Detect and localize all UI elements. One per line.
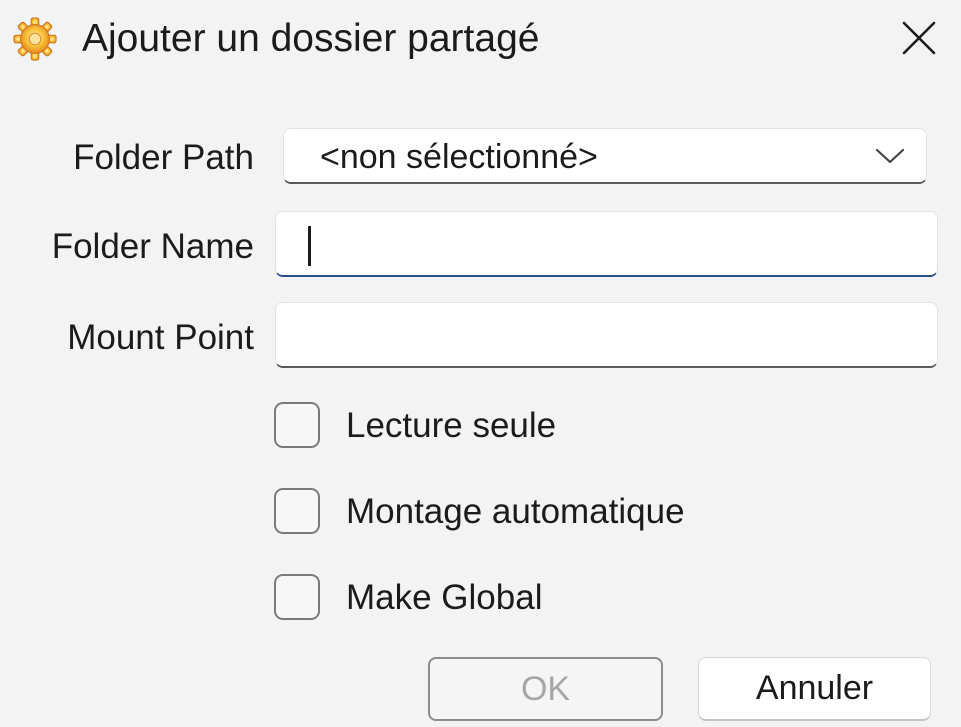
mount-point-label: Mount Point: [67, 318, 254, 357]
folder-name-field[interactable]: [286, 218, 926, 270]
auto-mount-checkbox[interactable]: [274, 488, 320, 534]
folder-name-field-box: [275, 211, 938, 277]
title-bar: Ajouter un dossier partagé: [0, 0, 961, 80]
folder-path-value: <non sélectionné>: [320, 138, 598, 176]
make-global-checkbox[interactable]: [274, 574, 320, 620]
gear-icon: [13, 17, 57, 61]
close-icon: [902, 21, 936, 55]
make-global-label: Make Global: [346, 578, 543, 617]
text-caret: [308, 226, 311, 266]
auto-mount-label: Montage automatique: [346, 492, 685, 531]
read-only-checkbox[interactable]: [274, 402, 320, 448]
cancel-button[interactable]: Annuler: [698, 657, 931, 721]
read-only-label: Lecture seule: [346, 406, 557, 445]
mount-point-field[interactable]: [286, 309, 926, 361]
folder-path-combobox[interactable]: <non sélectionné>: [283, 128, 927, 184]
add-shared-folder-dialog: Ajouter un dossier partagé Folder Path <…: [0, 0, 961, 727]
chevron-down-icon: [875, 148, 905, 164]
ok-button[interactable]: OK: [428, 657, 663, 721]
folder-name-label: Folder Name: [51, 227, 254, 266]
make-global-checkbox-row[interactable]: Make Global: [274, 574, 834, 624]
close-button[interactable]: [892, 14, 946, 62]
window-title: Ajouter un dossier partagé: [82, 17, 540, 60]
read-only-checkbox-row[interactable]: Lecture seule: [274, 402, 834, 452]
auto-mount-checkbox-row[interactable]: Montage automatique: [274, 488, 834, 538]
mount-point-field-box: [275, 302, 938, 368]
folder-path-label: Folder Path: [73, 138, 254, 177]
